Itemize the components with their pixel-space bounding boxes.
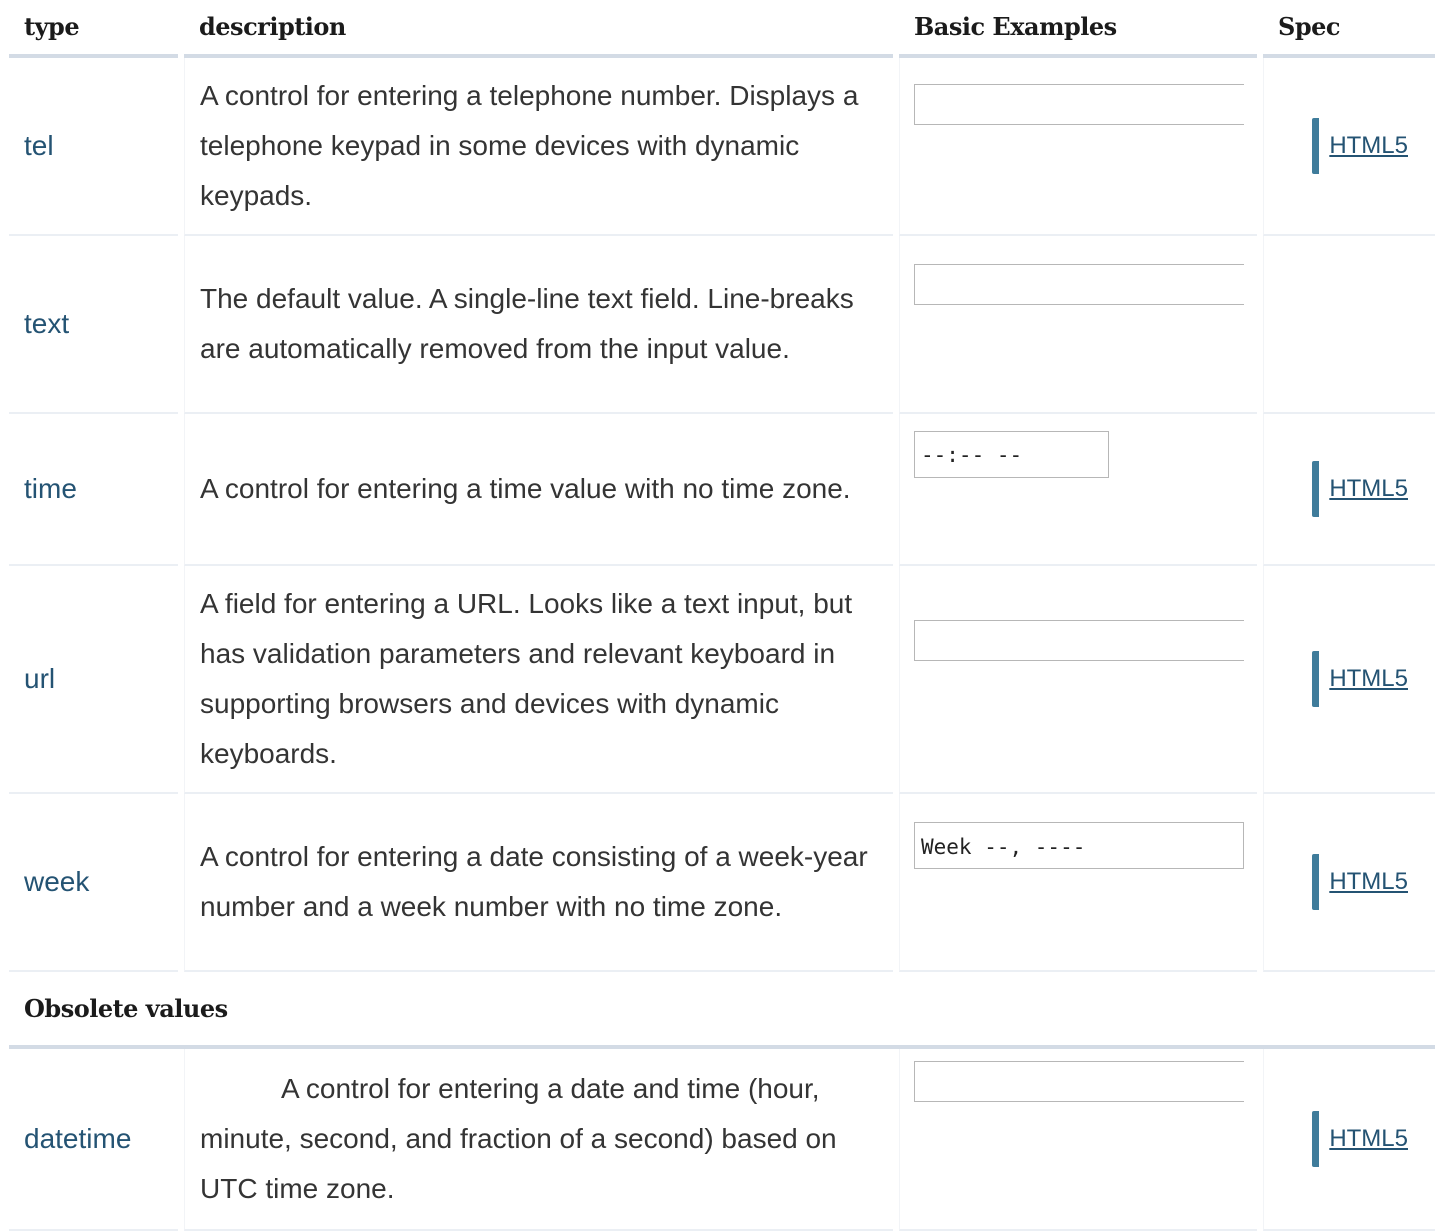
type-link-url[interactable]: url [24,663,55,695]
example-cell: --:-- -- [899,414,1257,566]
type-cell: time [9,414,178,566]
table-row: time A control for entering a time value… [0,414,1435,566]
column-header-description: description [184,0,893,58]
type-link-datetime[interactable]: datetime [24,1123,131,1155]
text-example-input[interactable] [914,264,1244,305]
description-cell: A control for entering a time value with… [184,414,893,566]
description-cell: A control for entering a telephone numbe… [184,58,893,236]
type-cell: week [9,794,178,972]
type-link-tel[interactable]: tel [24,130,54,162]
spec-cell: HTML5 [1263,1049,1435,1231]
type-link-time[interactable]: time [24,473,77,505]
datetime-example-input[interactable] [914,1061,1244,1102]
table-row: text The default value. A single-line te… [0,236,1435,414]
example-cell [899,566,1257,794]
spec-link-html5[interactable]: HTML5 [1312,854,1408,910]
example-cell [899,236,1257,414]
spec-cell [1263,236,1435,414]
spec-link-html5[interactable]: HTML5 [1312,461,1408,517]
type-link-week[interactable]: week [24,866,89,898]
spec-cell: HTML5 [1263,58,1435,236]
table-row: url A field for entering a URL. Looks li… [0,566,1435,794]
description-cell: A field for entering a URL. Looks like a… [184,566,893,794]
spec-cell: HTML5 [1263,414,1435,566]
spec-cell: HTML5 [1263,566,1435,794]
type-cell: datetime [9,1049,178,1231]
example-cell [899,58,1257,236]
input-types-table-header: type description Basic Examples Spec [0,0,1435,58]
table-row: tel A control for entering a telephone n… [0,58,1435,236]
table-row: week A control for entering a date consi… [0,794,1435,972]
description-cell: A control for entering a date and time (… [184,1049,893,1231]
spec-link-html5[interactable]: HTML5 [1312,651,1408,707]
column-header-type: type [9,0,178,58]
column-header-spec: Spec [1263,0,1435,58]
url-example-input[interactable] [914,620,1244,661]
obsolete-values-heading: Obsolete values [24,994,228,1023]
type-cell: tel [9,58,178,236]
spec-link-html5[interactable]: HTML5 [1312,118,1408,174]
example-cell: Week --, ---- [899,794,1257,972]
tel-example-input[interactable] [914,84,1244,125]
type-cell: url [9,566,178,794]
type-link-text[interactable]: text [24,308,69,340]
spec-link-html5[interactable]: HTML5 [1312,1111,1408,1167]
table-row: datetime A control for entering a date a… [0,1049,1435,1231]
example-cell [899,1049,1257,1231]
time-example-input[interactable]: --:-- -- [914,431,1109,478]
column-header-examples: Basic Examples [899,0,1257,58]
description-cell: A control for entering a date consisting… [184,794,893,972]
spec-cell: HTML5 [1263,794,1435,972]
description-cell: The default value. A single-line text fi… [184,236,893,414]
week-example-input[interactable]: Week --, ---- [914,822,1244,869]
type-cell: text [9,236,178,414]
